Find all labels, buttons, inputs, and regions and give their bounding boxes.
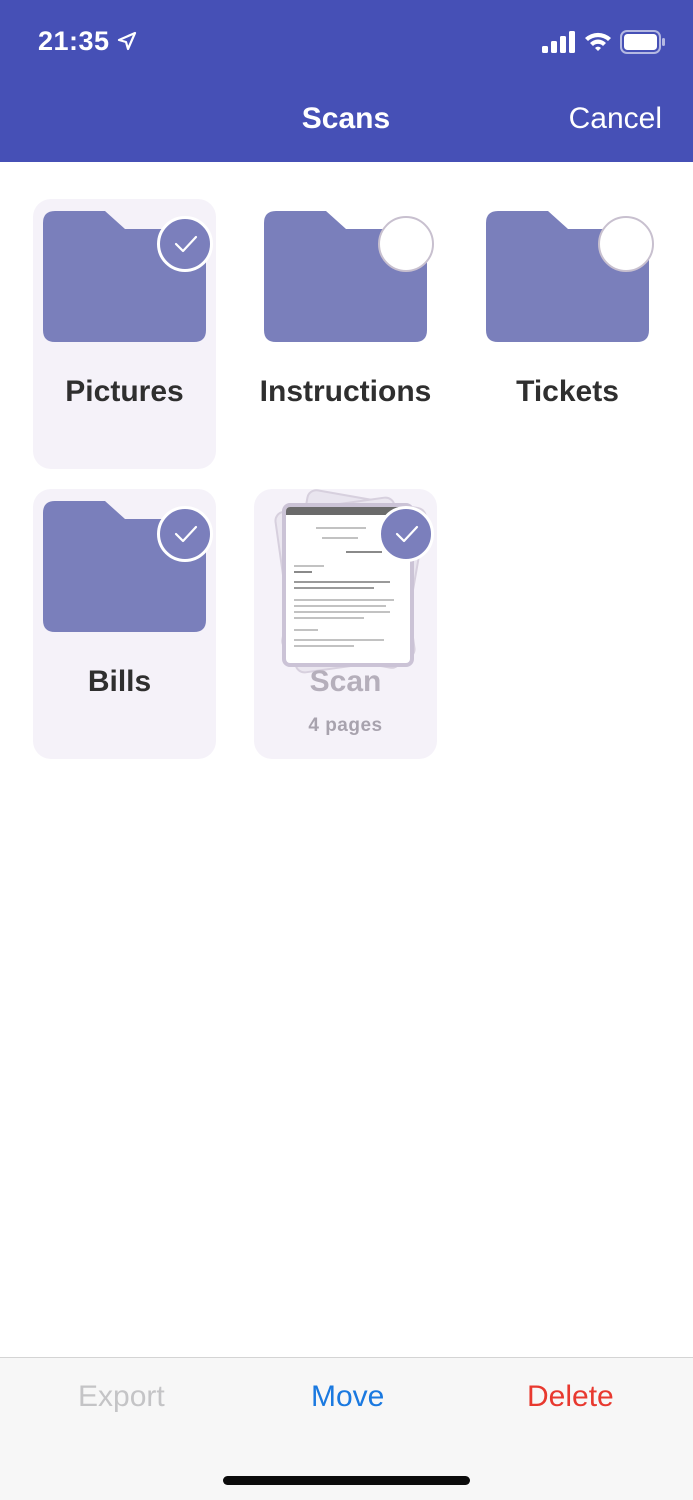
cellular-signal-icon <box>542 31 575 53</box>
folder-tile-instructions[interactable]: Instructions <box>254 199 437 469</box>
selection-circle-icon[interactable] <box>378 216 434 272</box>
document-tile-scan[interactable]: Scan 4 pages <box>254 487 437 759</box>
folder-tile-bills[interactable]: Bills <box>33 489 216 759</box>
export-button[interactable]: Export <box>78 1380 165 1414</box>
selection-circle-icon[interactable] <box>598 216 654 272</box>
document-label: Scan <box>309 665 382 698</box>
selection-checkmark-icon[interactable] <box>378 506 434 562</box>
navigation-header: 21:35 Scans Cancel <box>0 0 693 162</box>
selection-checkmark-icon[interactable] <box>157 506 213 562</box>
selection-checkmark-icon[interactable] <box>157 216 213 272</box>
location-arrow-icon <box>117 31 137 51</box>
screen: 21:35 Scans Cancel Pictures Instructions… <box>0 0 693 1500</box>
folder-label: Pictures <box>65 375 184 408</box>
cancel-button[interactable]: Cancel <box>569 102 662 136</box>
folder-tile-pictures[interactable]: Pictures <box>33 199 216 469</box>
folder-label: Instructions <box>259 375 432 408</box>
page-count: 4 pages <box>308 715 383 736</box>
home-indicator[interactable] <box>223 1476 470 1485</box>
wifi-icon <box>585 32 611 51</box>
folder-label: Bills <box>87 665 152 698</box>
delete-button[interactable]: Delete <box>527 1380 614 1414</box>
battery-icon <box>620 30 665 54</box>
move-button[interactable]: Move <box>311 1380 384 1414</box>
bottom-toolbar: Export Move Delete <box>0 1357 693 1500</box>
page-title: Scans <box>301 102 391 135</box>
status-time: 21:35 <box>38 26 110 56</box>
folder-tile-tickets[interactable]: Tickets <box>476 199 659 469</box>
folder-label: Tickets <box>516 375 619 408</box>
